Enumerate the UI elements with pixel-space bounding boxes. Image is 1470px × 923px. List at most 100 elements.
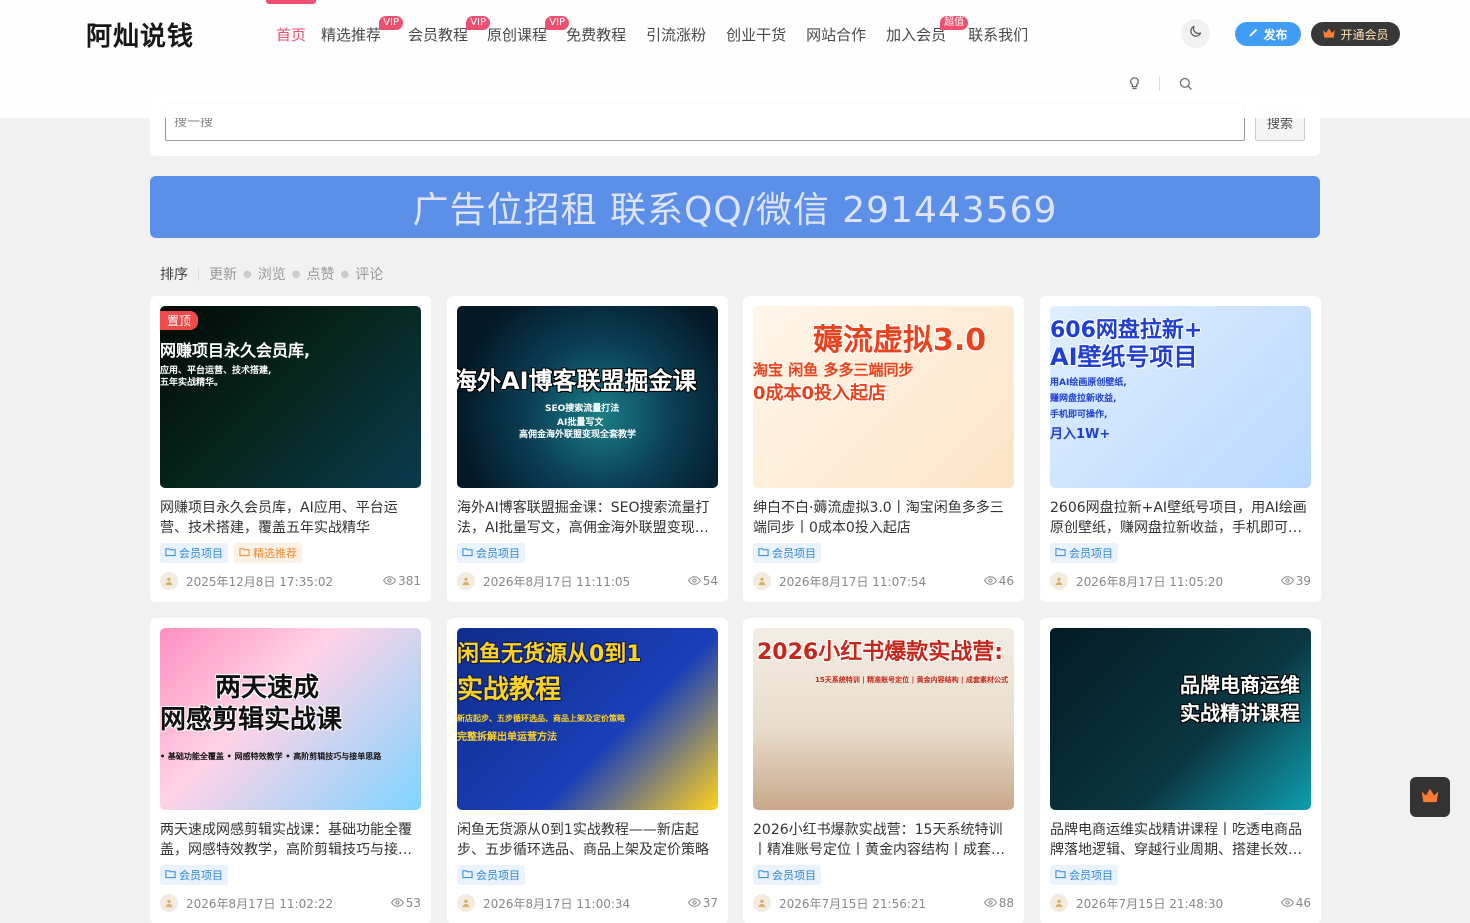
sort-option-comments[interactable]: 评论 — [355, 264, 383, 284]
view-count-number: 46 — [1295, 896, 1311, 910]
post-thumbnail[interactable]: 海外AI博客联盟掘金课 SEO搜索流量打法 AI批量写文 高佣金海外联盟变现全套教学 — [457, 306, 718, 488]
search-icon[interactable] — [1176, 74, 1194, 92]
post-title[interactable]: 2026小红书爆款实战营：15天系统特训丨精准账号定位丨黄金内容结构丨成套素材公… — [753, 820, 1014, 860]
post-title[interactable]: 网赚项目永久会员库，AI应用、平台运营、技术搭建，覆盖五年实战精华 — [160, 498, 421, 538]
thumbnail-caption: 闲鱼无货源从0到1 — [457, 642, 642, 667]
post-date: 2026年8月17日 11:00:34 — [483, 896, 631, 911]
nav-badge: VIP — [379, 16, 404, 30]
post-thumbnail[interactable]: 2026小红书爆款实战营: 15天系统特训 | 精准账号定位 | 黄金内容结构 |… — [753, 628, 1014, 810]
dark-mode-toggle[interactable] — [1181, 19, 1210, 48]
author-avatar[interactable] — [753, 894, 771, 912]
post-thumbnail[interactable]: 品牌电商运维 实战精讲课程 — [1050, 628, 1311, 810]
category-tag[interactable]: 会员项目 — [457, 543, 525, 563]
site-header: 阿灿说钱 首页 精选推荐 VIP 会员教程 VIP 原创课程 VIP 免费教程 引流涨粉 创业干货… — [0, 0, 1470, 118]
site-logo[interactable]: 阿灿说钱 — [86, 16, 194, 53]
category-tag[interactable]: 会员项目 — [1050, 543, 1118, 563]
floating-vip-button[interactable] — [1410, 777, 1450, 817]
post-card[interactable]: 品牌电商运维 实战精讲课程品牌电商运维实战精讲课程丨吃透电商品牌落地逻辑、穿越行业… — [1040, 618, 1321, 923]
post-card[interactable]: 海外AI博客联盟掘金课 SEO搜索流量打法 AI批量写文 高佣金海外联盟变现全套教学海… — [447, 296, 728, 602]
nav-item-label: 精选推荐 — [321, 26, 382, 44]
nav-item[interactable]: 会员教程 VIP — [408, 16, 491, 46]
category-tag-label: 会员项目 — [1069, 546, 1113, 560]
post-title[interactable]: 闲鱼无货源从0到1实战教程——新店起步、五步循环选品、商品上架及定价策略 — [457, 820, 718, 860]
nav-item[interactable]: 联系我们 — [968, 24, 1028, 46]
ad-banner[interactable]: 广告位招租 联系QQ/微信 291443569 — [150, 176, 1320, 238]
post-meta: 2026年8月17日 11:00:34 37 — [457, 894, 718, 912]
post-date: 2025年12月8日 17:35:02 — [186, 574, 334, 589]
folder-icon — [165, 544, 176, 563]
post-thumbnail[interactable]: 网赚项目永久会员库, 应用、平台运营、技术搭建, 五年实战精华。 置顶 — [160, 306, 421, 488]
category-tag[interactable]: 会员项目 — [753, 865, 821, 885]
author-avatar[interactable] — [457, 894, 475, 912]
pen-icon — [1248, 27, 1259, 41]
post-card[interactable]: 闲鱼无货源从0到1 实战教程 新店起步、五步循环选品、商品上架及定价策略 完整拆解出单… — [447, 618, 728, 923]
publish-button[interactable]: 发布 — [1235, 22, 1301, 46]
post-card[interactable]: 两天速成 网感剪辑实战课 • 基础功能全覆盖 • 网感特效教学 • 高阶剪辑技巧与接… — [150, 618, 431, 923]
sort-option-update[interactable]: 更新 — [209, 264, 237, 284]
author-avatar[interactable] — [1050, 572, 1068, 590]
post-title[interactable]: 品牌电商运维实战精讲课程丨吃透电商品牌落地逻辑、穿越行业周期、搭建长效经营体系 — [1050, 820, 1311, 860]
sort-option-views[interactable]: 浏览 — [258, 264, 286, 284]
category-tag[interactable]: 会员项目 — [1050, 865, 1118, 885]
post-thumbnail[interactable]: 两天速成 网感剪辑实战课 • 基础功能全覆盖 • 网感特效教学 • 高阶剪辑技巧与接… — [160, 628, 421, 810]
publish-label: 发布 — [1263, 27, 1288, 42]
post-title[interactable]: 绅白不白·薅流虚拟3.0丨淘宝闲鱼多多三端同步丨0成本0投入起店 — [753, 498, 1014, 538]
category-tag[interactable]: 会员项目 — [753, 543, 821, 563]
view-count-number: 88 — [998, 896, 1014, 910]
nav-item[interactable]: 免费教程 — [566, 24, 626, 46]
author-avatar[interactable] — [457, 572, 475, 590]
author-avatar[interactable] — [160, 572, 178, 590]
thumbnail-caption: 新店起步、五步循环选品、商品上架及定价策略 — [457, 714, 625, 723]
post-thumbnail[interactable]: 闲鱼无货源从0到1 实战教程 新店起步、五步循环选品、商品上架及定价策略 完整拆解出单… — [457, 628, 718, 810]
crown-icon — [1420, 787, 1440, 808]
author-avatar[interactable] — [1050, 894, 1068, 912]
category-tag[interactable]: 会员项目 — [160, 543, 228, 563]
nav-item[interactable]: 引流涨粉 — [646, 24, 706, 46]
eye-icon — [1280, 896, 1294, 910]
post-card[interactable]: 薅流虚拟3.0 淘宝 闲鱼 多多三端同步 0成本0投入起店绅白不白·薅流虚拟3.0丨… — [743, 296, 1024, 602]
nav-item[interactable]: 创业干货 — [726, 24, 786, 46]
pinned-badge: 置顶 — [160, 311, 199, 330]
post-date: 2026年8月17日 11:02:22 — [186, 896, 334, 911]
author-avatar[interactable] — [160, 894, 178, 912]
post-meta: 2026年8月17日 11:02:22 53 — [160, 894, 421, 912]
post-thumbnail[interactable]: 薅流虚拟3.0 淘宝 闲鱼 多多三端同步 0成本0投入起店 — [753, 306, 1014, 488]
post-card[interactable]: 网赚项目永久会员库, 应用、平台运营、技术搭建, 五年实战精华。 置顶 网赚项目永久会员… — [150, 296, 431, 602]
ad-banner-text: 广告位招租 联系QQ/微信 291443569 — [412, 190, 1058, 231]
post-title[interactable]: 海外AI博客联盟掘金课：SEO搜索流量打法，AI批量写文，高佣金海外联盟变现全套… — [457, 498, 718, 538]
nav-badge: 超值 — [940, 16, 969, 30]
post-title[interactable]: 2606网盘拉新+AI壁纸号项目，用AI绘画原创壁纸，赚网盘拉新收益，手机即可操… — [1050, 498, 1311, 538]
post-tags: 会员项目 — [1050, 865, 1118, 885]
moon-icon — [1188, 24, 1203, 43]
post-card[interactable]: 606网盘拉新+ AI壁纸号项目 用AI绘画原创壁纸, 赚网盘拉新收益, 手机即可操作,… — [1040, 296, 1321, 602]
crown-icon — [1322, 27, 1336, 42]
post-card[interactable]: 2026小红书爆款实战营: 15天系统特训 | 精准账号定位 | 黄金内容结构 |… — [743, 618, 1024, 923]
post-tags: 会员项目 — [160, 865, 228, 885]
nav-item[interactable]: 网站合作 — [806, 24, 866, 46]
post-thumbnail[interactable]: 606网盘拉新+ AI壁纸号项目 用AI绘画原创壁纸, 赚网盘拉新收益, 手机即可操作,… — [1050, 306, 1311, 488]
header-divider — [1159, 76, 1160, 91]
nav-item[interactable]: 原创课程 VIP — [487, 16, 570, 46]
author-avatar[interactable] — [753, 572, 771, 590]
category-tag-label: 精选推荐 — [253, 546, 297, 560]
nav-item[interactable]: 首页 — [266, 0, 316, 46]
post-title[interactable]: 两天速成网感剪辑实战课：基础功能全覆盖，网感特效教学，高阶剪辑技巧与接单思路 — [160, 820, 421, 860]
thumbnail-caption: 薅流虚拟3.0 — [813, 323, 987, 358]
category-tag[interactable]: 精选推荐 — [234, 543, 302, 563]
folder-icon — [1055, 866, 1066, 885]
thumbnail-caption: 606网盘拉新+ — [1050, 318, 1203, 343]
thumbnail-caption: 网赚项目永久会员库, — [160, 341, 311, 360]
category-tag[interactable]: 会员项目 — [457, 865, 525, 885]
lightbulb-icon[interactable] — [1125, 74, 1143, 92]
nav-item[interactable]: 加入会员 超值 — [886, 16, 969, 46]
folder-icon — [165, 866, 176, 885]
active-indicator — [266, 0, 316, 4]
open-vip-button[interactable]: 开通会员 — [1311, 22, 1400, 46]
thumbnail-caption: • 基础功能全覆盖 • 网感特效教学 • 高阶剪辑技巧与接单思路 — [160, 752, 382, 761]
post-date: 2026年7月15日 21:56:21 — [779, 896, 927, 911]
thumbnail-caption: AI壁纸号项目 — [1050, 343, 1198, 371]
thumbnail-caption: 五年实战精华。 — [160, 378, 224, 388]
sort-option-likes[interactable]: 点赞 — [306, 264, 334, 284]
category-tag[interactable]: 会员项目 — [160, 865, 228, 885]
nav-item[interactable]: 精选推荐 VIP — [321, 16, 404, 46]
